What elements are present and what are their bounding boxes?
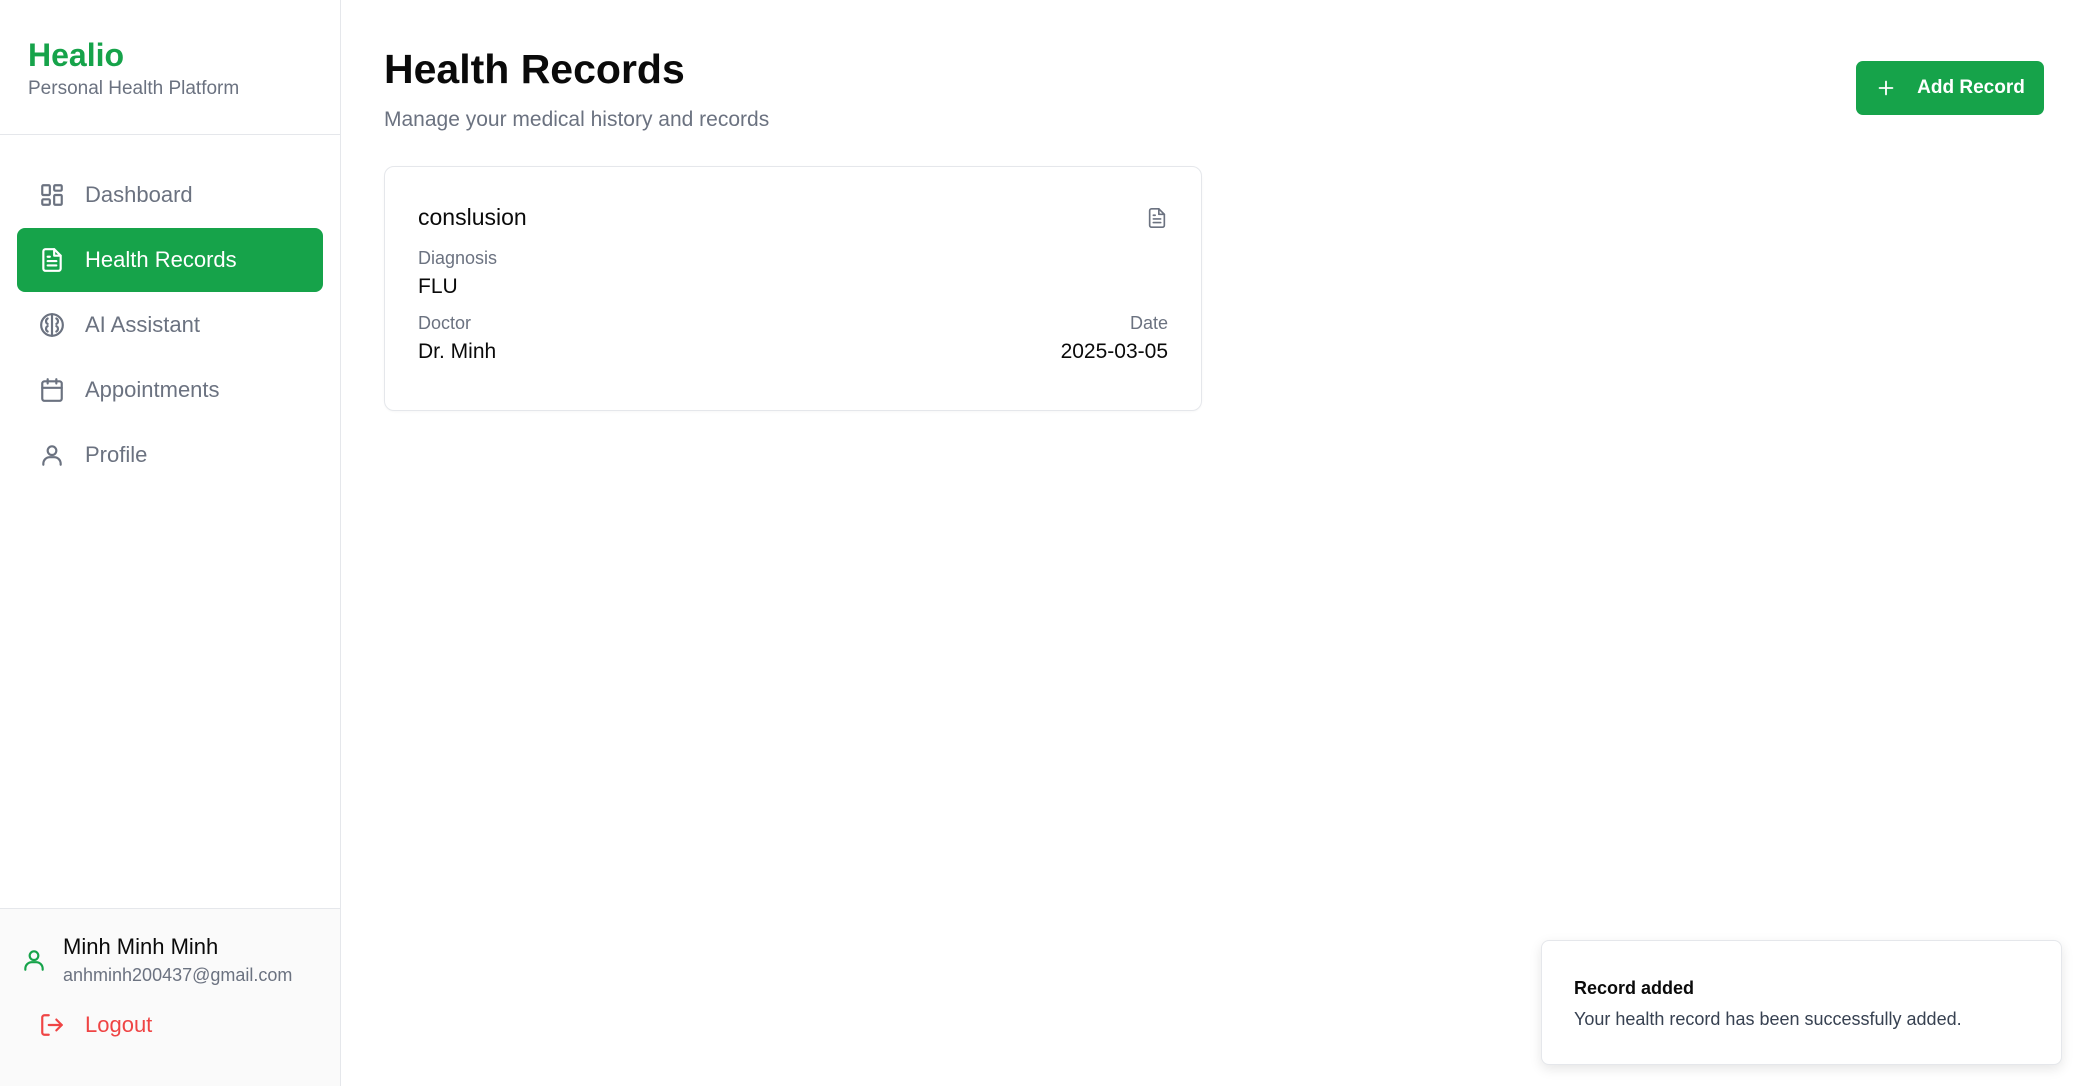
date-value: 2025-03-05 [1060, 340, 1168, 363]
logout-label: Logout [85, 1012, 153, 1037]
sidebar-item-health-records[interactable]: Health Records [17, 228, 323, 292]
dashboard-icon [39, 182, 65, 208]
sidebar-nav: Dashboard Health Records AI Assistant Ap… [0, 135, 340, 908]
toast-message: Your health record has been successfully… [1574, 1009, 1962, 1029]
record-card[interactable]: conslusion Diagnosis FLU Doctor Dr. Minh… [384, 166, 1202, 411]
page-title: Health Records [384, 46, 685, 92]
sidebar-item-label: Health Records [85, 247, 237, 272]
brand-tagline: Personal Health Platform [28, 78, 240, 99]
plus-icon [1875, 77, 1897, 99]
sidebar-item-appointments[interactable]: Appointments [17, 358, 323, 422]
user-icon [21, 947, 47, 973]
brand: Healio Personal Health Platform [0, 0, 340, 135]
document-icon [1146, 207, 1168, 229]
current-user: Minh Minh Minh anhminh200437@gmail.com [17, 933, 323, 986]
logout-icon [39, 1012, 65, 1038]
add-record-label: Add Record [1917, 77, 2025, 98]
record-title: conslusion [418, 204, 527, 230]
user-icon [39, 442, 65, 468]
diagnosis-label: Diagnosis [418, 248, 498, 268]
add-record-button[interactable]: Add Record [1856, 61, 2044, 115]
doctor-label: Doctor [418, 313, 472, 333]
calendar-icon [39, 377, 65, 403]
user-panel: Minh Minh Minh anhminh200437@gmail.com L… [0, 908, 340, 1086]
sidebar: Healio Personal Health Platform Dashboar… [0, 0, 341, 1086]
app-root: Healio Personal Health Platform Dashboar… [0, 0, 2075, 1086]
toast-title: Record added [1574, 978, 1695, 998]
sidebar-item-profile[interactable]: Profile [17, 423, 323, 487]
sidebar-item-dashboard[interactable]: Dashboard [17, 163, 323, 227]
toast-notification[interactable]: Record added Your health record has been… [1541, 940, 2062, 1065]
brain-icon [39, 312, 65, 338]
doctor-value: Dr. Minh [418, 340, 497, 363]
date-label: Date [1129, 313, 1168, 333]
sidebar-item-label: Appointments [85, 377, 220, 402]
sidebar-item-label: AI Assistant [85, 312, 200, 337]
logout-button[interactable]: Logout [17, 1012, 323, 1038]
diagnosis-value: FLU [418, 275, 458, 298]
record-meta-row: Doctor Dr. Minh Date 2025-03-05 [418, 312, 1168, 365]
page-subtitle: Manage your medical history and records [384, 108, 770, 131]
sidebar-item-label: Dashboard [85, 182, 193, 207]
user-email: anhminh200437@gmail.com [63, 965, 293, 985]
brand-name[interactable]: Healio [28, 36, 312, 74]
sidebar-item-ai-assistant[interactable]: AI Assistant [17, 293, 323, 357]
sidebar-item-label: Profile [85, 442, 148, 467]
main-content: Health Records Manage your medical histo… [341, 0, 2075, 1086]
file-text-icon [39, 247, 65, 273]
user-name: Minh Minh Minh [63, 934, 219, 959]
